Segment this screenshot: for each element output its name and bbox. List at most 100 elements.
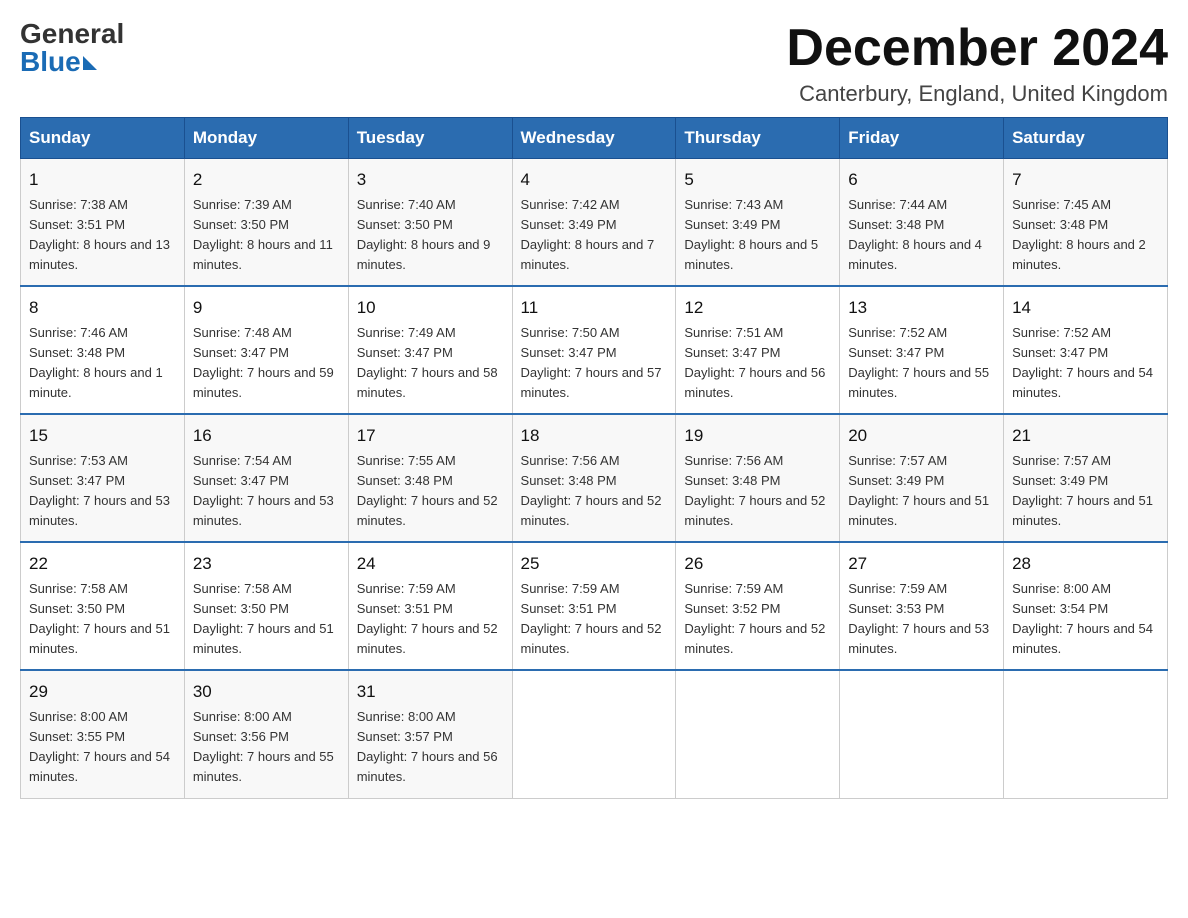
calendar-cell: 21Sunrise: 7:57 AMSunset: 3:49 PMDayligh… xyxy=(1004,414,1168,542)
day-number: 1 xyxy=(29,167,176,193)
day-number: 3 xyxy=(357,167,504,193)
day-number: 14 xyxy=(1012,295,1159,321)
day-number: 5 xyxy=(684,167,831,193)
calendar-cell: 23Sunrise: 7:58 AMSunset: 3:50 PMDayligh… xyxy=(184,542,348,670)
calendar-cell: 3Sunrise: 7:40 AMSunset: 3:50 PMDaylight… xyxy=(348,159,512,287)
page-header: General Blue December 2024 Canterbury, E… xyxy=(20,20,1168,107)
day-number: 10 xyxy=(357,295,504,321)
day-number: 4 xyxy=(521,167,668,193)
day-info: Sunrise: 7:58 AMSunset: 3:50 PMDaylight:… xyxy=(193,579,340,660)
day-info: Sunrise: 7:59 AMSunset: 3:52 PMDaylight:… xyxy=(684,579,831,660)
header-friday: Friday xyxy=(840,118,1004,159)
calendar-cell: 18Sunrise: 7:56 AMSunset: 3:48 PMDayligh… xyxy=(512,414,676,542)
day-number: 22 xyxy=(29,551,176,577)
calendar-cell: 7Sunrise: 7:45 AMSunset: 3:48 PMDaylight… xyxy=(1004,159,1168,287)
day-info: Sunrise: 8:00 AMSunset: 3:54 PMDaylight:… xyxy=(1012,579,1159,660)
day-number: 19 xyxy=(684,423,831,449)
day-info: Sunrise: 7:54 AMSunset: 3:47 PMDaylight:… xyxy=(193,451,340,532)
day-number: 13 xyxy=(848,295,995,321)
logo-triangle-icon xyxy=(83,56,97,70)
logo-blue-text: Blue xyxy=(20,48,97,76)
calendar-cell: 6Sunrise: 7:44 AMSunset: 3:48 PMDaylight… xyxy=(840,159,1004,287)
calendar-week-2: 8Sunrise: 7:46 AMSunset: 3:48 PMDaylight… xyxy=(21,286,1168,414)
day-info: Sunrise: 7:52 AMSunset: 3:47 PMDaylight:… xyxy=(848,323,995,404)
day-info: Sunrise: 7:40 AMSunset: 3:50 PMDaylight:… xyxy=(357,195,504,276)
header-thursday: Thursday xyxy=(676,118,840,159)
day-info: Sunrise: 7:56 AMSunset: 3:48 PMDaylight:… xyxy=(684,451,831,532)
calendar-cell xyxy=(1004,670,1168,798)
day-info: Sunrise: 7:52 AMSunset: 3:47 PMDaylight:… xyxy=(1012,323,1159,404)
calendar-cell: 5Sunrise: 7:43 AMSunset: 3:49 PMDaylight… xyxy=(676,159,840,287)
day-info: Sunrise: 7:48 AMSunset: 3:47 PMDaylight:… xyxy=(193,323,340,404)
calendar-cell: 4Sunrise: 7:42 AMSunset: 3:49 PMDaylight… xyxy=(512,159,676,287)
day-info: Sunrise: 7:42 AMSunset: 3:49 PMDaylight:… xyxy=(521,195,668,276)
day-info: Sunrise: 7:39 AMSunset: 3:50 PMDaylight:… xyxy=(193,195,340,276)
calendar-cell: 29Sunrise: 8:00 AMSunset: 3:55 PMDayligh… xyxy=(21,670,185,798)
calendar-table: SundayMondayTuesdayWednesdayThursdayFrid… xyxy=(20,117,1168,798)
day-info: Sunrise: 7:43 AMSunset: 3:49 PMDaylight:… xyxy=(684,195,831,276)
calendar-cell xyxy=(676,670,840,798)
day-info: Sunrise: 7:38 AMSunset: 3:51 PMDaylight:… xyxy=(29,195,176,276)
calendar-cell: 11Sunrise: 7:50 AMSunset: 3:47 PMDayligh… xyxy=(512,286,676,414)
day-number: 11 xyxy=(521,295,668,321)
day-number: 12 xyxy=(684,295,831,321)
calendar-cell: 28Sunrise: 8:00 AMSunset: 3:54 PMDayligh… xyxy=(1004,542,1168,670)
day-number: 26 xyxy=(684,551,831,577)
day-info: Sunrise: 7:57 AMSunset: 3:49 PMDaylight:… xyxy=(848,451,995,532)
calendar-cell: 19Sunrise: 7:56 AMSunset: 3:48 PMDayligh… xyxy=(676,414,840,542)
day-info: Sunrise: 8:00 AMSunset: 3:56 PMDaylight:… xyxy=(193,707,340,788)
header-monday: Monday xyxy=(184,118,348,159)
calendar-cell: 25Sunrise: 7:59 AMSunset: 3:51 PMDayligh… xyxy=(512,542,676,670)
calendar-cell: 17Sunrise: 7:55 AMSunset: 3:48 PMDayligh… xyxy=(348,414,512,542)
day-info: Sunrise: 7:57 AMSunset: 3:49 PMDaylight:… xyxy=(1012,451,1159,532)
calendar-cell: 8Sunrise: 7:46 AMSunset: 3:48 PMDaylight… xyxy=(21,286,185,414)
calendar-cell: 20Sunrise: 7:57 AMSunset: 3:49 PMDayligh… xyxy=(840,414,1004,542)
day-number: 2 xyxy=(193,167,340,193)
day-number: 15 xyxy=(29,423,176,449)
day-number: 27 xyxy=(848,551,995,577)
header-tuesday: Tuesday xyxy=(348,118,512,159)
day-info: Sunrise: 7:58 AMSunset: 3:50 PMDaylight:… xyxy=(29,579,176,660)
day-number: 24 xyxy=(357,551,504,577)
calendar-cell: 24Sunrise: 7:59 AMSunset: 3:51 PMDayligh… xyxy=(348,542,512,670)
calendar-cell: 12Sunrise: 7:51 AMSunset: 3:47 PMDayligh… xyxy=(676,286,840,414)
calendar-subtitle: Canterbury, England, United Kingdom xyxy=(786,81,1168,107)
day-number: 18 xyxy=(521,423,668,449)
day-number: 8 xyxy=(29,295,176,321)
calendar-cell: 13Sunrise: 7:52 AMSunset: 3:47 PMDayligh… xyxy=(840,286,1004,414)
day-number: 28 xyxy=(1012,551,1159,577)
day-number: 25 xyxy=(521,551,668,577)
logo: General Blue xyxy=(20,20,124,76)
calendar-cell: 10Sunrise: 7:49 AMSunset: 3:47 PMDayligh… xyxy=(348,286,512,414)
day-info: Sunrise: 7:55 AMSunset: 3:48 PMDaylight:… xyxy=(357,451,504,532)
calendar-title: December 2024 xyxy=(786,20,1168,77)
day-info: Sunrise: 7:51 AMSunset: 3:47 PMDaylight:… xyxy=(684,323,831,404)
day-info: Sunrise: 7:59 AMSunset: 3:51 PMDaylight:… xyxy=(521,579,668,660)
calendar-cell xyxy=(840,670,1004,798)
calendar-cell: 30Sunrise: 8:00 AMSunset: 3:56 PMDayligh… xyxy=(184,670,348,798)
day-number: 21 xyxy=(1012,423,1159,449)
header-wednesday: Wednesday xyxy=(512,118,676,159)
day-number: 31 xyxy=(357,679,504,705)
day-number: 17 xyxy=(357,423,504,449)
day-info: Sunrise: 7:49 AMSunset: 3:47 PMDaylight:… xyxy=(357,323,504,404)
calendar-cell: 14Sunrise: 7:52 AMSunset: 3:47 PMDayligh… xyxy=(1004,286,1168,414)
calendar-cell: 16Sunrise: 7:54 AMSunset: 3:47 PMDayligh… xyxy=(184,414,348,542)
day-info: Sunrise: 7:44 AMSunset: 3:48 PMDaylight:… xyxy=(848,195,995,276)
calendar-cell: 2Sunrise: 7:39 AMSunset: 3:50 PMDaylight… xyxy=(184,159,348,287)
day-info: Sunrise: 7:50 AMSunset: 3:47 PMDaylight:… xyxy=(521,323,668,404)
day-info: Sunrise: 7:59 AMSunset: 3:51 PMDaylight:… xyxy=(357,579,504,660)
day-number: 20 xyxy=(848,423,995,449)
day-number: 30 xyxy=(193,679,340,705)
day-number: 7 xyxy=(1012,167,1159,193)
calendar-cell: 26Sunrise: 7:59 AMSunset: 3:52 PMDayligh… xyxy=(676,542,840,670)
day-number: 9 xyxy=(193,295,340,321)
day-number: 6 xyxy=(848,167,995,193)
calendar-header-row: SundayMondayTuesdayWednesdayThursdayFrid… xyxy=(21,118,1168,159)
calendar-cell: 22Sunrise: 7:58 AMSunset: 3:50 PMDayligh… xyxy=(21,542,185,670)
calendar-cell: 1Sunrise: 7:38 AMSunset: 3:51 PMDaylight… xyxy=(21,159,185,287)
calendar-week-5: 29Sunrise: 8:00 AMSunset: 3:55 PMDayligh… xyxy=(21,670,1168,798)
day-number: 29 xyxy=(29,679,176,705)
calendar-cell: 9Sunrise: 7:48 AMSunset: 3:47 PMDaylight… xyxy=(184,286,348,414)
day-info: Sunrise: 7:56 AMSunset: 3:48 PMDaylight:… xyxy=(521,451,668,532)
